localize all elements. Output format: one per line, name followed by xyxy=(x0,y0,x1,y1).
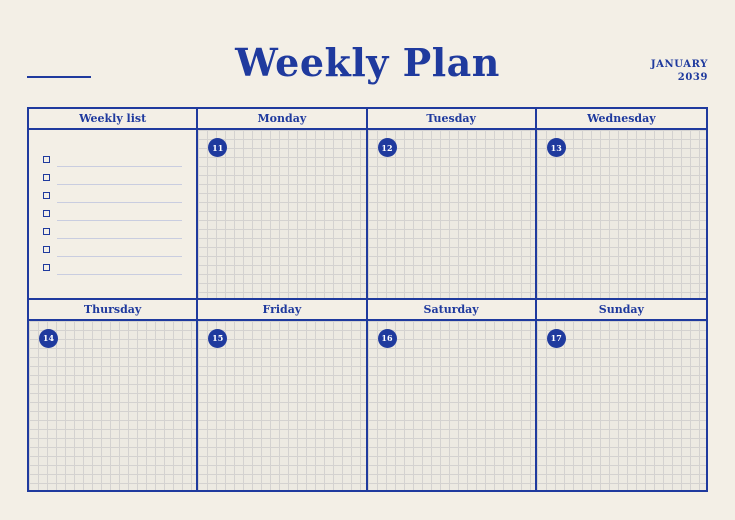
list-line xyxy=(57,274,183,275)
checkbox[interactable] xyxy=(43,246,50,253)
list-line xyxy=(57,166,183,167)
day-heading: Wednesday xyxy=(536,109,706,130)
page-title: Weekly Plan xyxy=(235,40,500,85)
date-badge: 11 xyxy=(208,138,228,157)
checkbox[interactable] xyxy=(43,156,50,163)
weekly-list xyxy=(29,130,197,298)
list-line xyxy=(57,184,183,185)
date-badge: 16 xyxy=(377,328,397,348)
day-notes-area[interactable]: 17 xyxy=(536,320,706,490)
day-notes-area[interactable]: 14 xyxy=(29,320,197,490)
checkbox[interactable] xyxy=(43,228,50,235)
list-line xyxy=(57,202,183,203)
checkbox[interactable] xyxy=(43,264,50,271)
list-line xyxy=(57,220,183,221)
day-heading: Tuesday xyxy=(367,109,535,130)
month-label: JANUARY xyxy=(650,59,708,70)
day-heading: Friday xyxy=(198,300,366,321)
day-heading: Sunday xyxy=(536,300,706,321)
day-notes-area[interactable]: 13 xyxy=(536,130,706,298)
list-line xyxy=(57,238,183,239)
day-panel-friday: Friday 15 xyxy=(198,299,368,490)
day-panel-wednesday: Wednesday 13 xyxy=(536,109,706,300)
day-notes-area[interactable]: 15 xyxy=(198,320,366,490)
day-panel-thursday: Thursday 14 xyxy=(29,299,199,490)
day-panel-sunday: Sunday 17 xyxy=(536,300,706,490)
list-item[interactable] xyxy=(43,260,183,278)
weekly-list-heading: Weekly list xyxy=(29,109,197,130)
checkbox[interactable] xyxy=(43,192,50,199)
list-item[interactable] xyxy=(43,206,183,224)
day-notes-area[interactable]: 12 xyxy=(367,130,535,298)
weekly-planner-grid: Weekly list Monday 11 Tuesday 12 Wednesd… xyxy=(27,107,708,492)
day-notes-area[interactable]: 11 xyxy=(198,130,366,298)
list-item[interactable] xyxy=(43,170,183,188)
date-badge: 13 xyxy=(546,138,566,157)
day-panel-tuesday: Tuesday 12 xyxy=(367,109,537,300)
date-badge: 12 xyxy=(377,138,397,157)
list-item[interactable] xyxy=(43,152,183,170)
date-badge: 15 xyxy=(208,328,228,348)
day-panel-monday: Monday 11 xyxy=(198,109,368,300)
year-label: 2039 xyxy=(677,72,708,83)
weekly-list-panel: Weekly list xyxy=(29,109,199,300)
checkbox[interactable] xyxy=(43,174,50,181)
list-item[interactable] xyxy=(43,188,183,206)
day-heading: Monday xyxy=(198,109,366,130)
list-item[interactable] xyxy=(43,242,183,260)
date-badge: 17 xyxy=(546,328,566,348)
checkbox[interactable] xyxy=(43,210,50,217)
list-line xyxy=(57,256,183,257)
date-badge: 14 xyxy=(39,328,58,348)
day-notes-area[interactable]: 16 xyxy=(367,320,535,490)
date-label: JANUARY 2039 xyxy=(651,58,708,84)
list-item[interactable] xyxy=(43,224,183,242)
day-panel-saturday: Saturday 16 xyxy=(367,299,537,490)
day-heading: Saturday xyxy=(367,300,535,321)
day-heading: Thursday xyxy=(29,300,197,321)
